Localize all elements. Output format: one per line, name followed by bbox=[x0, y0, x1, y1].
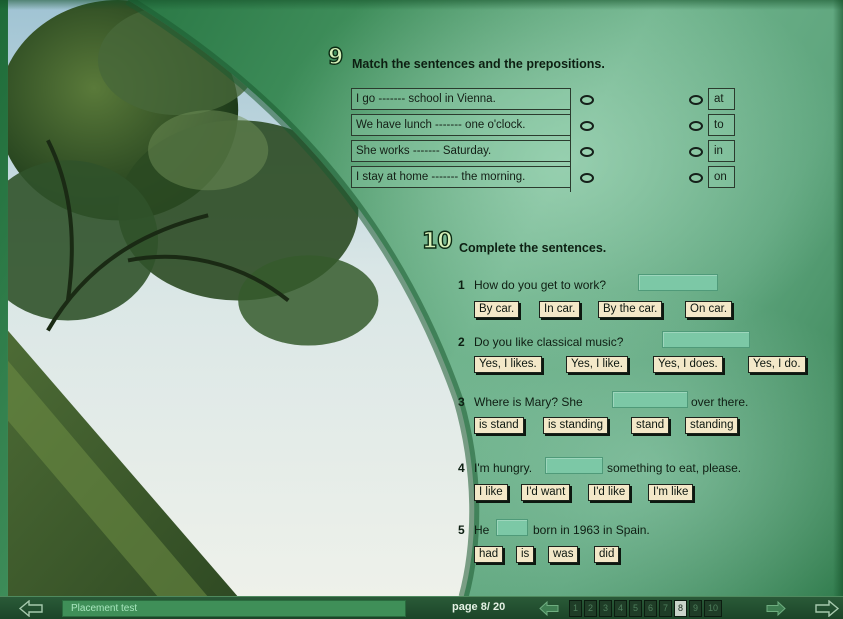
test-title: Placement test bbox=[71, 603, 138, 614]
exercise-10-number: 10 bbox=[421, 229, 453, 254]
match-preposition-text: on bbox=[714, 171, 727, 183]
question-3-text-after: over there. bbox=[691, 395, 749, 409]
page-button-10[interactable]: 10 bbox=[704, 600, 722, 617]
question-2-option-2[interactable]: Yes, I like. bbox=[566, 356, 628, 373]
frame-right-edge bbox=[833, 0, 843, 596]
match-left-handle-3[interactable] bbox=[580, 147, 594, 157]
question-2-answer-slot[interactable] bbox=[662, 331, 750, 348]
bottom-navigation-bar: Placement test page 8/ 20 1 2 3 4 5 6 7 … bbox=[0, 596, 843, 619]
match-right-handle-1[interactable] bbox=[689, 95, 703, 105]
test-title-strip: Placement test bbox=[62, 600, 406, 617]
question-1-option-4[interactable]: On car. bbox=[685, 301, 733, 318]
question-1-option-2[interactable]: In car. bbox=[539, 301, 581, 318]
match-right-handle-2[interactable] bbox=[689, 121, 703, 131]
page-button-6[interactable]: 6 bbox=[644, 600, 657, 617]
match-preposition-3: in bbox=[708, 140, 735, 162]
question-3-answer-slot[interactable] bbox=[612, 391, 688, 408]
question-1-option-3[interactable]: By the car. bbox=[598, 301, 663, 318]
question-2-option-4[interactable]: Yes, I do. bbox=[748, 356, 806, 373]
question-2-option-1[interactable]: Yes, I likes. bbox=[474, 356, 542, 373]
match-preposition-text: in bbox=[714, 145, 723, 157]
match-sentence-4: I stay at home ------- the morning. bbox=[351, 166, 571, 188]
question-1-number: 1 bbox=[458, 278, 465, 292]
question-3-number: 3 bbox=[458, 395, 465, 409]
question-2-number: 2 bbox=[458, 335, 465, 349]
page-button-5[interactable]: 5 bbox=[629, 600, 642, 617]
match-sentence-text: We have lunch ------- one o'clock. bbox=[356, 119, 526, 131]
question-2-text: Do you like classical music? bbox=[474, 335, 624, 349]
question-3-option-2[interactable]: is standing bbox=[543, 417, 608, 434]
match-left-handle-2[interactable] bbox=[580, 121, 594, 131]
question-5-text-before: He bbox=[474, 523, 490, 537]
match-sentence-text: I stay at home ------- the morning. bbox=[356, 171, 526, 183]
question-4-answer-slot[interactable] bbox=[545, 457, 603, 474]
match-right-handle-3[interactable] bbox=[689, 147, 703, 157]
page-button-3[interactable]: 3 bbox=[599, 600, 612, 617]
page-button-1[interactable]: 1 bbox=[569, 600, 582, 617]
match-preposition-text: to bbox=[714, 119, 724, 131]
small-arrow-left-icon[interactable] bbox=[538, 600, 560, 617]
question-1-text: How do you get to work? bbox=[474, 278, 607, 292]
question-4-option-1[interactable]: I like bbox=[474, 484, 508, 501]
question-2-option-3[interactable]: Yes, I does. bbox=[653, 356, 723, 373]
question-4-option-2[interactable]: I'd want bbox=[521, 484, 571, 501]
arrow-right-icon[interactable] bbox=[814, 600, 840, 617]
page-button-4[interactable]: 4 bbox=[614, 600, 627, 617]
match-preposition-4: on bbox=[708, 166, 735, 188]
page-button-2[interactable]: 2 bbox=[584, 600, 597, 617]
exercise-9-number: 9 bbox=[327, 45, 344, 70]
page-button-8[interactable]: 8 bbox=[674, 600, 687, 617]
question-4-option-3[interactable]: I'd like bbox=[588, 484, 631, 501]
exercise-10-title: Complete the sentences. bbox=[459, 241, 607, 255]
match-left-handle-4[interactable] bbox=[580, 173, 594, 183]
page-button-7[interactable]: 7 bbox=[659, 600, 672, 617]
match-left-handle-1[interactable] bbox=[580, 95, 594, 105]
match-sentence-text: I go ------- school in Vienna. bbox=[356, 93, 496, 105]
question-1-option-1[interactable]: By car. bbox=[474, 301, 520, 318]
arrow-left-icon[interactable] bbox=[18, 600, 44, 617]
match-preposition-text: at bbox=[714, 93, 724, 105]
match-sentence-1: I go ------- school in Vienna. bbox=[351, 88, 571, 110]
frame-top-edge bbox=[0, 0, 843, 10]
question-5-option-3[interactable]: was bbox=[548, 546, 579, 563]
question-4-text-after: something to eat, please. bbox=[607, 461, 742, 475]
small-arrow-right-icon[interactable] bbox=[765, 600, 787, 617]
question-5-answer-slot[interactable] bbox=[496, 519, 528, 536]
question-5-number: 5 bbox=[458, 523, 465, 537]
match-sentence-3: She works ------- Saturday. bbox=[351, 140, 571, 162]
match-sentence-divider bbox=[570, 88, 571, 192]
question-4-option-4[interactable]: I'm like bbox=[648, 484, 694, 501]
question-3-option-1[interactable]: is stand bbox=[474, 417, 524, 434]
question-4-number: 4 bbox=[458, 461, 465, 475]
question-5-text-after: born in 1963 in Spain. bbox=[533, 523, 650, 537]
page-button-9[interactable]: 9 bbox=[689, 600, 702, 617]
exercise-9-title: Match the sentences and the prepositions… bbox=[352, 57, 605, 71]
question-3-option-3[interactable]: stand bbox=[631, 417, 670, 434]
match-preposition-2: to bbox=[708, 114, 735, 136]
question-4-text-before: I'm hungry. bbox=[474, 461, 533, 475]
question-1-answer-slot[interactable] bbox=[638, 274, 718, 291]
match-sentence-2: We have lunch ------- one o'clock. bbox=[351, 114, 571, 136]
page-indicator: page 8/ 20 bbox=[452, 601, 506, 613]
question-5-option-4[interactable]: did bbox=[594, 546, 620, 563]
question-3-text-before: Where is Mary? She bbox=[474, 395, 583, 409]
app-window: 9 Match the sentences and the prepositio… bbox=[0, 0, 843, 619]
match-sentence-text: She works ------- Saturday. bbox=[356, 145, 492, 157]
question-3-option-4[interactable]: standing bbox=[685, 417, 739, 434]
match-right-handle-4[interactable] bbox=[689, 173, 703, 183]
question-5-option-2[interactable]: is bbox=[516, 546, 535, 563]
question-5-option-1[interactable]: had bbox=[474, 546, 504, 563]
match-preposition-1: at bbox=[708, 88, 735, 110]
